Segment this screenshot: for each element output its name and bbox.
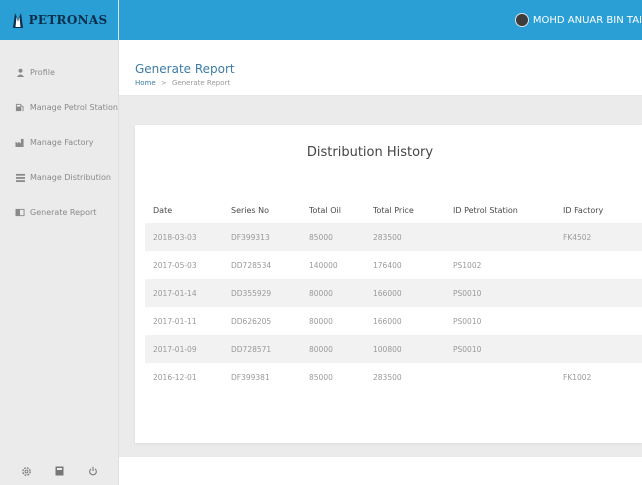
table-cell: PS1002 xyxy=(445,251,555,279)
table-cell xyxy=(555,335,642,363)
column-header[interactable]: Total Price xyxy=(365,198,445,223)
sidebar-item-label: Manage Factory xyxy=(30,137,94,147)
table-cell: 85000 xyxy=(301,223,365,251)
report-icon xyxy=(15,207,25,217)
brand-name: PETRONAS xyxy=(28,13,108,27)
sidebar-item-manage-distribution[interactable]: Manage Distribution xyxy=(0,167,118,187)
table-cell: 85000 xyxy=(301,363,365,391)
sidebar-item-profile[interactable]: Profile xyxy=(0,62,118,82)
petronas-logo-icon xyxy=(11,11,25,29)
distribution-history-card: Distribution History Date Series No Tota… xyxy=(135,125,642,443)
list-icon xyxy=(15,172,25,182)
table-cell: FK1002 xyxy=(555,363,642,391)
sidebar-nav: Profile Manage Petrol Station Manage Fac… xyxy=(0,40,118,222)
column-header[interactable]: ID Petrol Station xyxy=(445,198,555,223)
table-cell: 166000 xyxy=(365,307,445,335)
factory-icon xyxy=(15,137,25,147)
sidebar-footer xyxy=(0,457,119,485)
page-header: Generate Report Home > Generate Report xyxy=(119,40,642,96)
table-cell xyxy=(555,251,642,279)
table-cell xyxy=(445,363,555,391)
breadcrumb-home-link[interactable]: Home xyxy=(135,79,156,87)
table-cell: DF399381 xyxy=(223,363,301,391)
avatar xyxy=(514,13,529,27)
table-cell xyxy=(445,223,555,251)
table-cell: PS0010 xyxy=(445,279,555,307)
breadcrumb: Home > Generate Report xyxy=(135,79,230,87)
table-cell: 2017-01-11 xyxy=(145,307,223,335)
table-cell: 2017-01-14 xyxy=(145,279,223,307)
table-cell: 176400 xyxy=(365,251,445,279)
table-cell: 80000 xyxy=(301,307,365,335)
distribution-table: Date Series No Total Oil Total Price ID … xyxy=(145,198,642,391)
breadcrumb-separator: > xyxy=(160,79,167,87)
sidebar: PETRONAS Profile Manage Petrol Station M… xyxy=(0,0,119,485)
table-row: 2017-01-11 DD626205 80000 166000 PS0010 xyxy=(145,307,642,335)
power-icon[interactable] xyxy=(87,465,99,477)
settings-icon[interactable] xyxy=(21,465,33,477)
top-bar: MOHD ANUAR BIN TAI xyxy=(119,0,642,40)
table-cell: DD728571 xyxy=(223,335,301,363)
page-title: Generate Report xyxy=(135,62,235,76)
card-title: Distribution History xyxy=(306,145,434,160)
table-row: 2017-01-09 DD728571 80000 100800 PS0010 xyxy=(145,335,642,363)
table-cell: PS0010 xyxy=(445,335,555,363)
table-cell: 166000 xyxy=(365,279,445,307)
table-cell: 2017-05-03 xyxy=(145,251,223,279)
table-header-row: Date Series No Total Oil Total Price ID … xyxy=(145,198,642,223)
table-cell: DF399313 xyxy=(223,223,301,251)
column-header[interactable]: ID Factory xyxy=(555,198,642,223)
breadcrumb-current: Generate Report xyxy=(172,79,231,87)
table-cell: PS0010 xyxy=(445,307,555,335)
table-cell: 140000 xyxy=(301,251,365,279)
brand-logo[interactable]: PETRONAS xyxy=(0,0,118,40)
calculator-icon[interactable] xyxy=(54,465,66,477)
station-icon xyxy=(15,102,25,112)
column-header[interactable]: Date xyxy=(145,198,223,223)
table-cell: 80000 xyxy=(301,335,365,363)
sidebar-item-label: Manage Distribution xyxy=(30,172,111,182)
table-cell: 80000 xyxy=(301,279,365,307)
table-cell: 283500 xyxy=(365,223,445,251)
table-cell: DD728534 xyxy=(223,251,301,279)
column-header[interactable]: Series No xyxy=(223,198,301,223)
user-icon xyxy=(15,67,25,77)
main-content: Distribution History Date Series No Tota… xyxy=(119,96,642,457)
table-cell: FK4502 xyxy=(555,223,642,251)
user-menu[interactable]: MOHD ANUAR BIN TAI xyxy=(514,0,642,40)
table-row: 2016-12-01 DF399381 85000 283500 FK1002 xyxy=(145,363,642,391)
table-cell: 283500 xyxy=(365,363,445,391)
sidebar-item-label: Generate Report xyxy=(30,207,97,217)
user-name: MOHD ANUAR BIN TAI xyxy=(532,14,642,26)
table-row: 2018-03-03 DF399313 85000 283500 FK4502 xyxy=(145,223,642,251)
sidebar-item-label: Manage Petrol Station xyxy=(29,102,118,112)
sidebar-item-manage-petrol-station[interactable]: Manage Petrol Station xyxy=(0,97,118,117)
table-cell xyxy=(555,307,642,335)
table-row: 2017-01-14 DD355929 80000 166000 PS0010 xyxy=(145,279,642,307)
table-cell: DD355929 xyxy=(223,279,301,307)
column-header[interactable]: Total Oil xyxy=(301,198,365,223)
sidebar-item-generate-report[interactable]: Generate Report xyxy=(0,202,118,222)
table-cell: 2016-12-01 xyxy=(145,363,223,391)
table-cell: 2017-01-09 xyxy=(145,335,223,363)
table-row: 2017-05-03 DD728534 140000 176400 PS1002 xyxy=(145,251,642,279)
table-cell: 2018-03-03 xyxy=(145,223,223,251)
table-cell: DD626205 xyxy=(223,307,301,335)
sidebar-item-label: Profile xyxy=(30,67,55,77)
table-cell: 100800 xyxy=(365,335,445,363)
sidebar-item-manage-factory[interactable]: Manage Factory xyxy=(0,132,118,152)
table-cell xyxy=(555,279,642,307)
